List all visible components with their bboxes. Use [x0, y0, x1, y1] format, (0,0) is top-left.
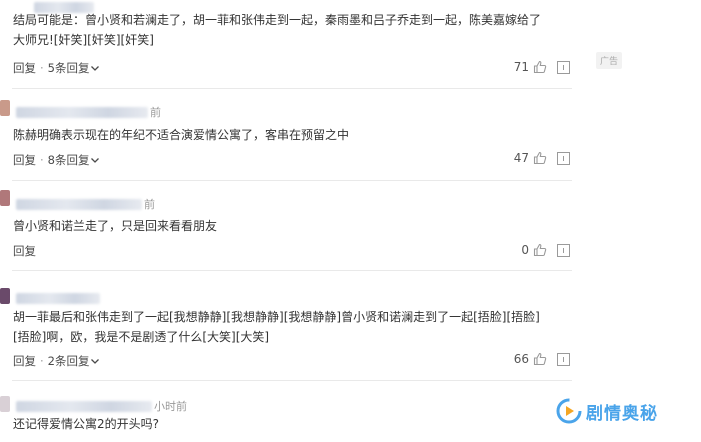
comment-text: 陈赫明确表示现在的年纪不适合演爱情公寓了，客串在预留之中 [13, 128, 350, 142]
like-count: 71 [513, 60, 529, 74]
report-icon[interactable] [557, 243, 570, 257]
comment-time: 前 [144, 198, 155, 211]
brand-name: 剧情奥秘 [586, 403, 658, 424]
like-count: 0 [521, 243, 529, 257]
comment-text: 曾小贤和诺兰走了，只是回来看看朋友 [13, 219, 218, 233]
comment-actions: 回复 · 8条回复 [13, 152, 100, 168]
username-blurred[interactable] [16, 106, 148, 118]
comment-text: 还记得爱情公寓2的开头吗? [13, 417, 160, 431]
brand-logo-icon [556, 398, 582, 424]
reply-button[interactable]: 回复 [13, 152, 36, 168]
thumbs-up-icon[interactable] [533, 60, 547, 74]
chevron-down-icon [91, 358, 100, 364]
username-blurred[interactable] [16, 198, 142, 210]
divider [12, 380, 572, 381]
comment-actions: 回复 · 5条回复 [13, 60, 100, 76]
report-icon[interactable] [557, 151, 570, 165]
avatar[interactable] [0, 288, 10, 304]
comment-actions: 回复 · 2条回复 [13, 353, 100, 369]
comment-text: 胡一菲最后和张伟走到了一起[我想静静][我想静静][我想静静]曾小贤和诺澜走到了… [13, 310, 540, 344]
comment-time: 小时前 [154, 400, 187, 413]
comment-text: 结局可能是：曾小贤和若澜走了，胡一菲和张伟走到一起，秦雨墨和吕子乔走到一起，陈美… [13, 13, 542, 47]
avatar[interactable] [0, 190, 10, 206]
avatar[interactable] [0, 100, 10, 116]
comment-time: 前 [150, 106, 161, 119]
watermark-logo: 剧情奥秘 [556, 398, 658, 424]
chevron-down-icon [91, 65, 100, 71]
thumbs-up-icon[interactable] [533, 352, 547, 366]
reply-button[interactable]: 回复 [13, 60, 36, 76]
thumbs-up-icon[interactable] [533, 151, 547, 165]
comment-like-area: 71 [514, 60, 570, 74]
ad-badge: 广告 [596, 52, 623, 69]
report-icon[interactable] [557, 352, 570, 366]
reply-button[interactable]: 回复 [13, 353, 36, 369]
username-blurred[interactable] [16, 292, 100, 304]
comment-actions: 回复 [13, 243, 36, 259]
view-replies-button[interactable]: 8条回复 [48, 152, 100, 168]
divider [12, 270, 572, 271]
report-icon[interactable] [557, 60, 570, 74]
like-count: 66 [513, 352, 529, 366]
comment-like-area: 47 [514, 151, 570, 165]
comment-meta: 小时前 [16, 400, 187, 413]
view-replies-button[interactable]: 5条回复 [48, 60, 100, 76]
divider [12, 180, 572, 181]
view-replies-button[interactable]: 2条回复 [48, 353, 100, 369]
avatar[interactable] [0, 396, 10, 412]
comment-meta [16, 292, 100, 304]
comment-like-area: 66 [514, 352, 570, 366]
like-count: 47 [513, 151, 529, 165]
comment-meta: 前 [16, 106, 161, 119]
reply-button[interactable]: 回复 [13, 243, 36, 259]
username-blurred[interactable] [16, 400, 152, 412]
thumbs-up-icon[interactable] [533, 243, 547, 257]
comment-like-area: 0 [521, 243, 570, 257]
divider [12, 88, 572, 89]
comment-meta: 前 [16, 198, 155, 211]
chevron-down-icon [91, 157, 100, 163]
